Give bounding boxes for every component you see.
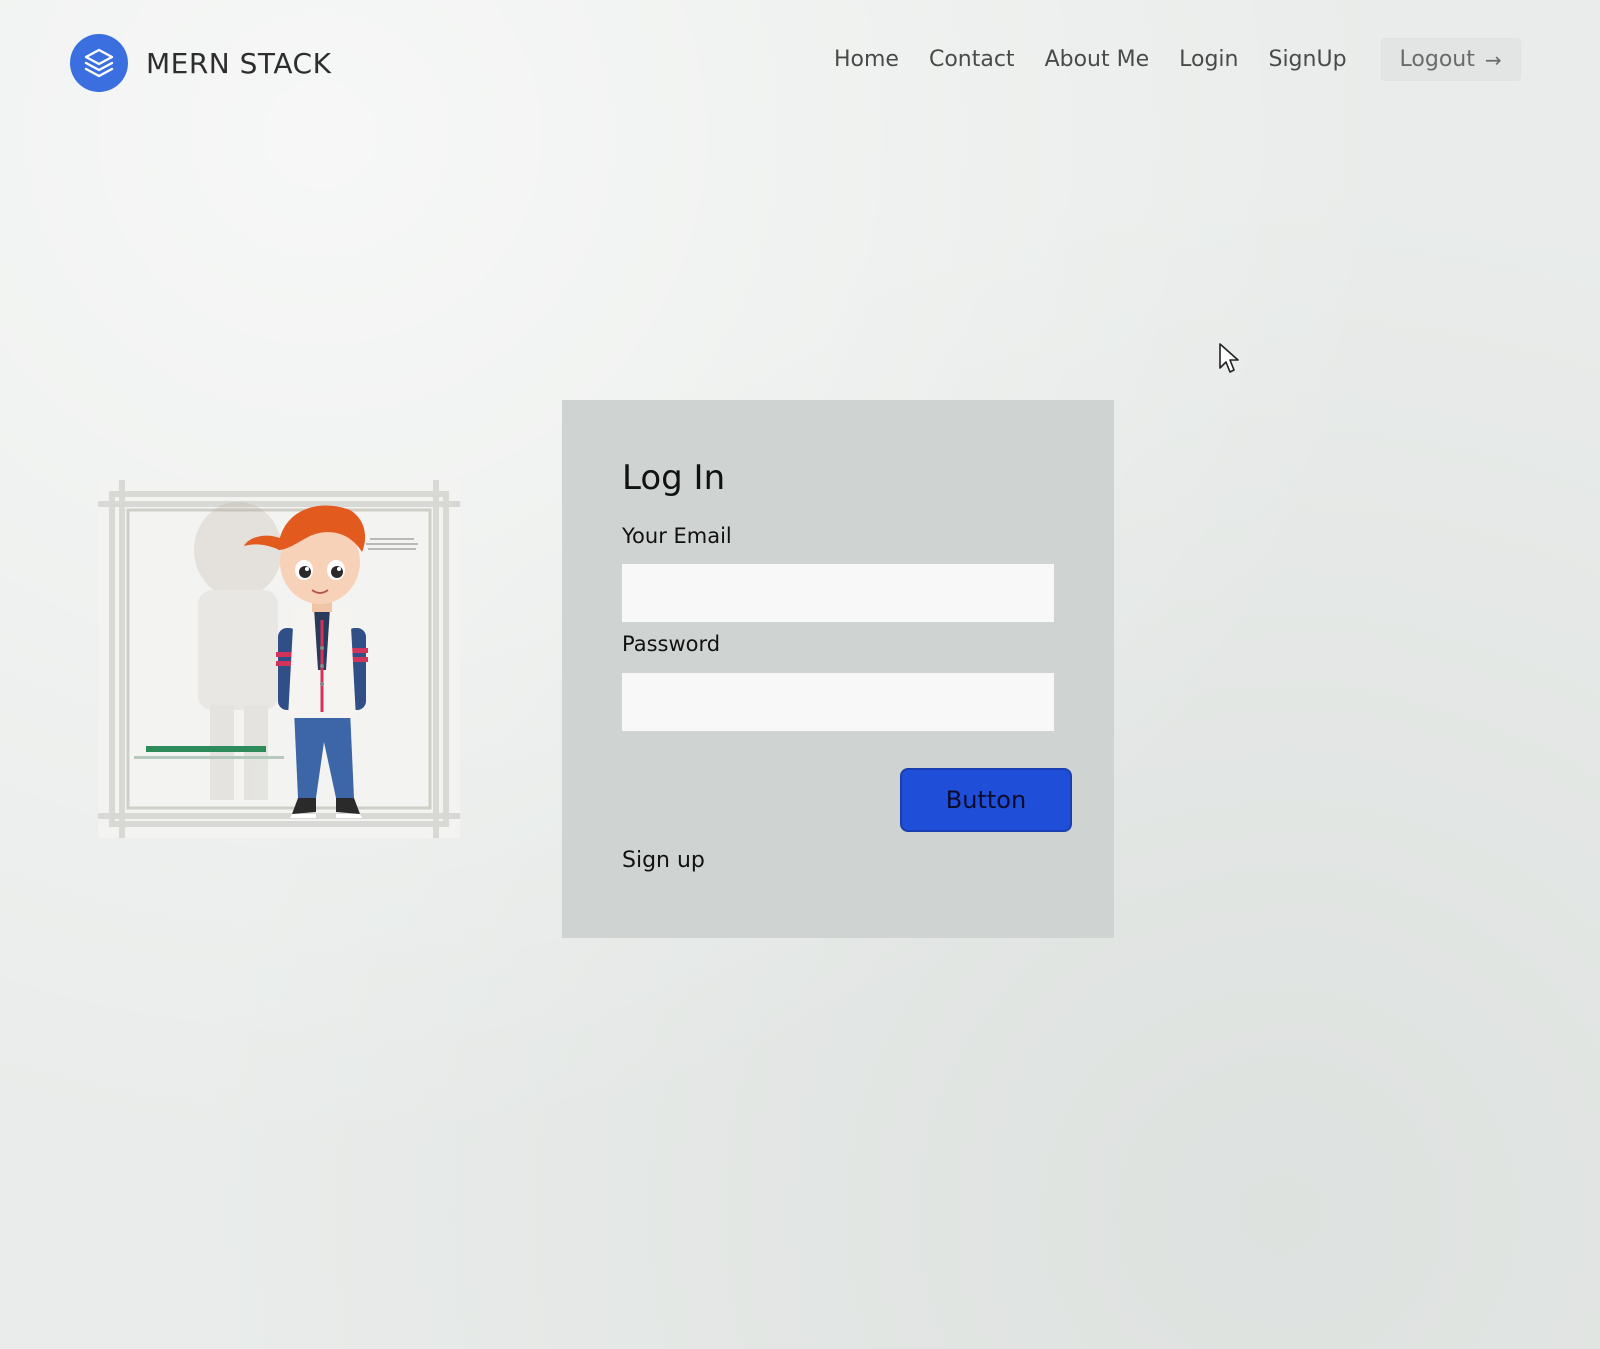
email-field[interactable]: [622, 564, 1054, 622]
submit-button[interactable]: Button: [900, 768, 1072, 832]
nav-home[interactable]: Home: [834, 47, 899, 72]
arrow-right-icon: →: [1484, 47, 1502, 72]
password-label: Password: [622, 632, 721, 656]
nav-contact[interactable]: Contact: [929, 47, 1015, 72]
mouse-pointer-icon: [1218, 342, 1240, 374]
brand-name: MERN STACK: [146, 46, 332, 80]
password-field[interactable]: [622, 673, 1054, 731]
login-card: Log In Your Email Password Button Sign u…: [562, 400, 1114, 938]
main-nav: Home Contact About Me Login SignUp Logou…: [834, 38, 1521, 81]
logout-button[interactable]: Logout →: [1380, 38, 1521, 81]
login-title: Log In: [622, 458, 726, 498]
nav-about-me[interactable]: About Me: [1045, 47, 1150, 72]
brand[interactable]: MERN STACK: [70, 34, 331, 92]
site-header: MERN STACK Home Contact About Me Login S…: [0, 0, 1600, 130]
logout-label: Logout: [1399, 47, 1475, 72]
nav-login[interactable]: Login: [1179, 47, 1238, 72]
signup-link[interactable]: Sign up: [622, 848, 705, 873]
layers-icon: [70, 34, 128, 92]
cartoon-boy-illustration: [98, 480, 460, 838]
nav-signup[interactable]: SignUp: [1268, 47, 1346, 72]
email-label: Your Email: [622, 524, 732, 548]
